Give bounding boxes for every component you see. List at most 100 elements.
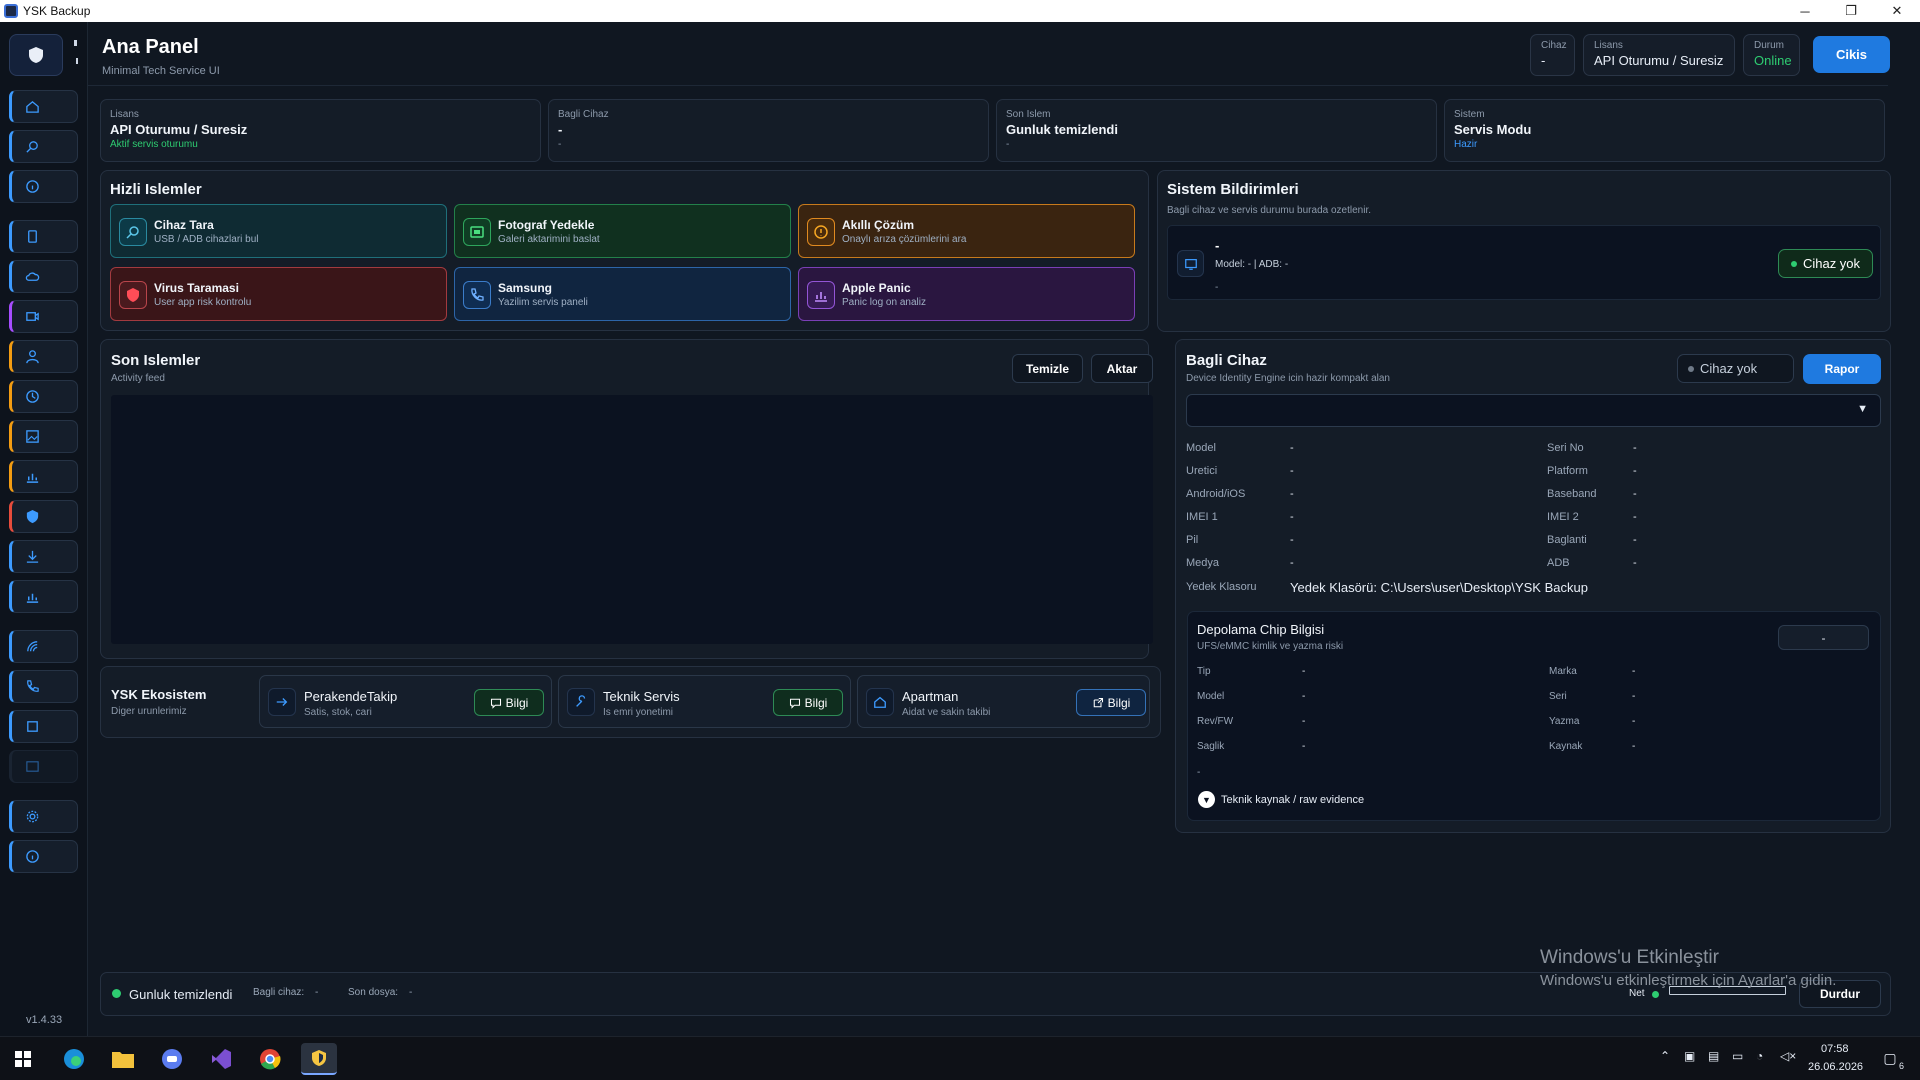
eco-card-teknik-servis[interactable]: Teknik Servis Is emri yonetimi Bilgi (558, 675, 851, 728)
chip-subtitle: UFS/eMMC kimlik ve yazma riski (1197, 641, 1344, 652)
sidebar-item-call[interactable] (9, 670, 78, 703)
chip-field-value: - (1302, 666, 1306, 677)
phone-device-icon (28, 230, 37, 243)
taskbar-chrome[interactable] (252, 1043, 288, 1075)
clear-button[interactable]: Temizle (1012, 354, 1083, 383)
activation-watermark-title: Windows'u Etkinleştir (1540, 947, 1719, 968)
exit-button[interactable]: Cikis (1813, 36, 1890, 73)
qa-device-scan[interactable]: Cihaz Tara USB / ADB cihazlari bul (110, 204, 447, 258)
alert-circle-icon (814, 225, 828, 239)
qa-icon-box (463, 281, 491, 309)
sidebar-item-info[interactable] (9, 170, 78, 203)
qa-samsung[interactable]: Samsung Yazilim servis paneli (454, 267, 791, 321)
sidebar-item-stats[interactable] (9, 460, 78, 493)
taskbar-time[interactable]: 07:58 (1821, 1043, 1849, 1055)
phone-call-icon (471, 288, 484, 301)
eco-info-button[interactable]: Bilgi (1076, 689, 1146, 716)
device-field-value: - (1633, 511, 1637, 523)
notification-center-button[interactable]: ▢ 6 (1879, 1047, 1904, 1072)
sidebar-item-home[interactable] (9, 90, 78, 123)
header-license-label: Lisans (1594, 40, 1623, 51)
tray-device-icon[interactable]: ▣ (1684, 1049, 1695, 1063)
status-device-value: - (315, 987, 319, 998)
qa-smart-solution[interactable]: Akıllı Çözüm Onaylı arıza çözümlerini ar… (798, 204, 1135, 258)
chip-field-label: Model (1197, 691, 1225, 702)
sidebar-item-download[interactable] (9, 540, 78, 573)
qa-photo-backup[interactable]: Fotograf Yedekle Galeri aktarimini basla… (454, 204, 791, 258)
qa-title: Samsung (498, 281, 553, 295)
tray-chevron-up-icon[interactable]: ⌃ (1660, 1049, 1670, 1063)
sidebar-item-about[interactable] (9, 840, 78, 873)
maximize-button[interactable]: ❐ (1828, 0, 1874, 22)
search-icon (26, 141, 38, 153)
chip-field-value: - (1632, 691, 1636, 702)
shield-icon (127, 288, 139, 302)
raw-evidence-label: Teknik kaynak / raw evidence (1221, 793, 1365, 806)
header-status-chip: Durum Online (1743, 34, 1800, 76)
taskbar-chat[interactable] (154, 1043, 190, 1075)
device-field-value: - (1633, 465, 1637, 477)
qa-virus-scan[interactable]: Virus Taramasi User app risk kontrolu (110, 267, 447, 321)
sidebar-item-phone[interactable] (9, 220, 78, 253)
report-button[interactable]: Rapor (1803, 354, 1881, 384)
qa-apple-panic[interactable]: Apple Panic Panic log on analiz (798, 267, 1135, 321)
sidebar-item-cloud[interactable] (9, 260, 78, 293)
app-icon (4, 4, 18, 18)
sidebar-item-user[interactable] (9, 340, 78, 373)
eco-card-apartman[interactable]: Apartman Aidat ve sakin takibi Bilgi (857, 675, 1150, 728)
taskbar-date[interactable]: 26.06.2026 (1808, 1061, 1863, 1073)
close-button[interactable]: ✕ (1874, 0, 1920, 22)
sidebar-collapse-handle[interactable] (74, 40, 77, 46)
sidebar-item-reports[interactable] (9, 580, 78, 613)
export-button[interactable]: Aktar (1091, 354, 1153, 383)
taskbar-ysk-backup[interactable] (301, 1043, 337, 1075)
eco-info-button[interactable]: Bilgi (773, 689, 843, 716)
qa-icon-box (119, 281, 147, 309)
stat-value: Gunluk temizlendi (1006, 122, 1118, 137)
tray-battery-icon[interactable]: ▭ (1732, 1049, 1743, 1063)
device-field-value: - (1290, 465, 1294, 477)
tray-wifi-icon[interactable]: ◔ (1756, 1049, 1763, 1063)
tray-monitor-icon[interactable]: ▤ (1708, 1049, 1719, 1063)
sidebar-item-security[interactable] (9, 500, 78, 533)
status-file-value: - (409, 987, 413, 998)
device-field-label: Platform (1547, 465, 1588, 477)
sidebar-item-terminal[interactable] (9, 750, 78, 783)
raw-evidence-toggle[interactable]: ▼ Teknik kaynak / raw evidence (1198, 791, 1364, 808)
sidebar-item-network[interactable] (9, 630, 78, 663)
device-select[interactable]: ▼ (1186, 394, 1881, 427)
qa-desc: Onaylı arıza çözümlerini ara (842, 234, 967, 245)
taskbar-visual-studio[interactable] (203, 1043, 239, 1075)
chip-field-label: Marka (1549, 666, 1577, 677)
taskbar-explorer[interactable] (105, 1043, 141, 1075)
device-status-badge: Cihaz yok (1778, 249, 1873, 278)
stat-label: Son Islem (1006, 109, 1051, 120)
qa-icon-box (807, 218, 835, 246)
chip-field-value: - (1632, 741, 1636, 752)
sidebar-item-settings[interactable] (9, 800, 78, 833)
notif-device-name: - (1215, 238, 1220, 253)
qa-icon-box (119, 218, 147, 246)
chevron-down-icon: ▼ (1857, 403, 1868, 415)
minimize-button[interactable]: ─ (1782, 0, 1828, 22)
qa-desc: Galeri aktarimini baslat (498, 234, 600, 245)
start-button[interactable] (5, 1043, 41, 1075)
device-field-value: - (1290, 557, 1294, 569)
taskbar-edge[interactable] (56, 1043, 92, 1075)
sidebar-item-search[interactable] (9, 130, 78, 163)
device-field-value: - (1633, 534, 1637, 546)
tray-volume-icon[interactable]: ◁× (1780, 1049, 1796, 1063)
eco-info-button[interactable]: Bilgi (474, 689, 544, 716)
edge-icon (64, 1049, 84, 1069)
sidebar-item-gallery[interactable] (9, 420, 78, 453)
app-logo[interactable] (9, 34, 63, 76)
device-subtitle: Device Identity Engine icin hazir kompak… (1186, 373, 1390, 384)
sidebar-item-history[interactable] (9, 380, 78, 413)
chip-field-label: Rev/FW (1197, 716, 1234, 727)
eco-card-perakende[interactable]: PerakendeTakip Satis, stok, cari Bilgi (259, 675, 552, 728)
sidebar-item-video[interactable] (9, 300, 78, 333)
backup-folder-value[interactable]: Yedek Klasörü: C:\Users\user\Desktop\YSK… (1290, 580, 1588, 595)
activation-watermark-sub: Windows'u etkinleştirmek için Ayarlar'a … (1540, 972, 1837, 989)
sidebar-item-chip[interactable] (9, 710, 78, 743)
taskbar: ⌃ ▣ ▤ ▭ ◔ ◁× 07:58 26.06.2026 ▢ 6 (0, 1036, 1920, 1080)
